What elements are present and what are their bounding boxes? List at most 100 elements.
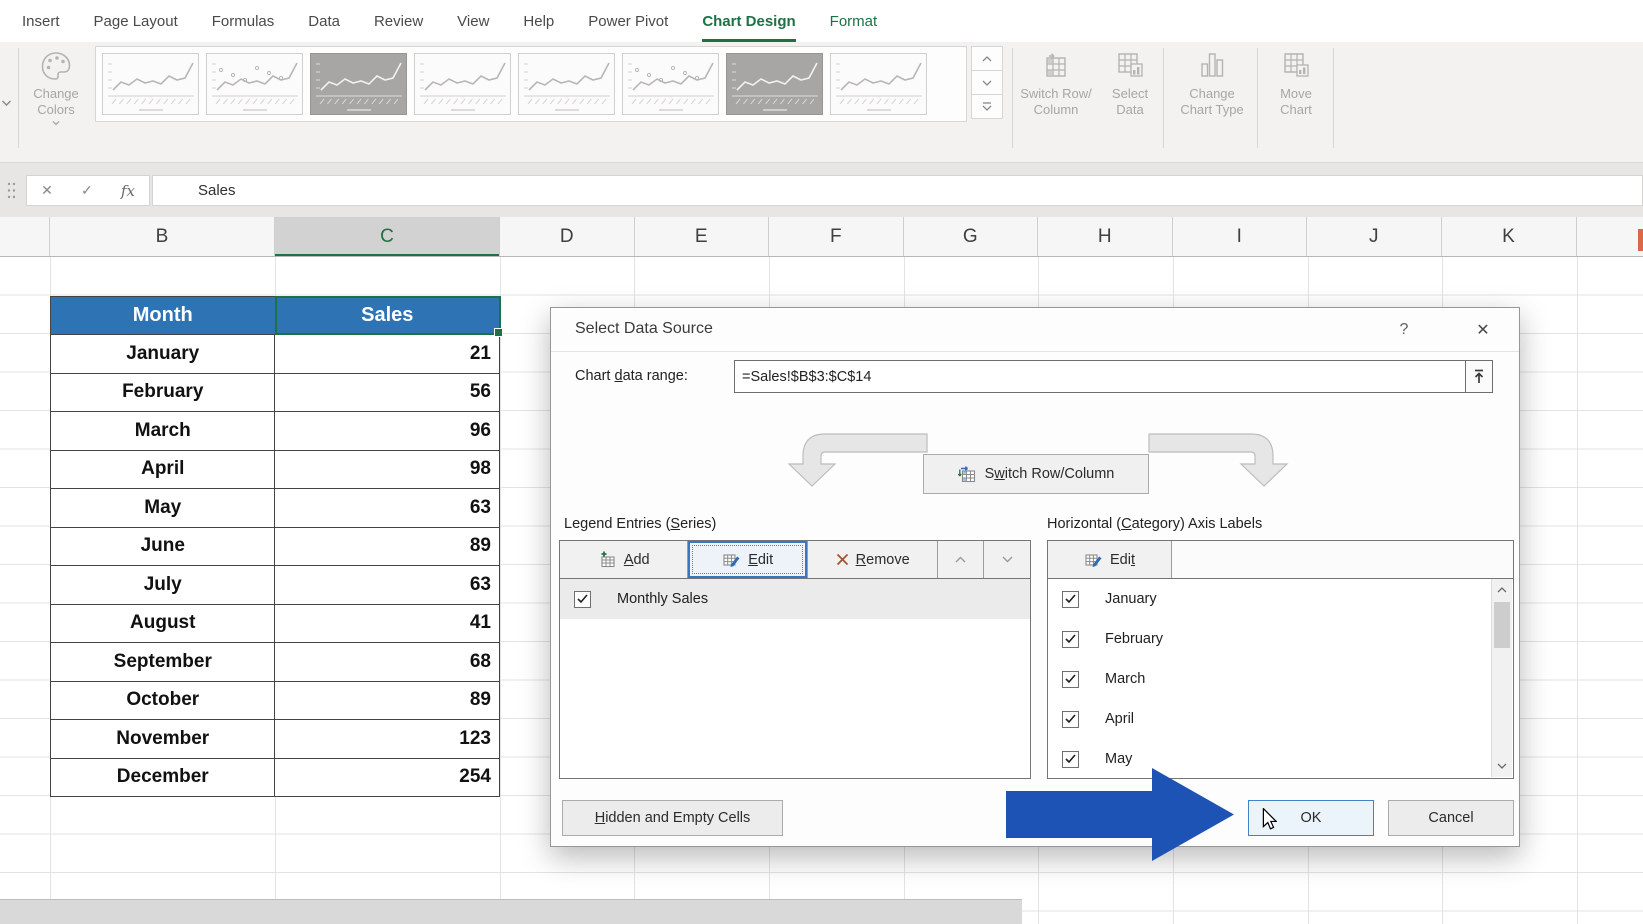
cell-month[interactable]: March	[51, 412, 275, 451]
table-header-month[interactable]: Month	[51, 297, 276, 336]
gallery-scroll-up-button[interactable]	[971, 46, 1003, 71]
table-header-sales[interactable]: Sales	[276, 297, 501, 336]
checkbox-checked[interactable]	[1062, 711, 1079, 728]
column-header-B[interactable]: B	[50, 217, 275, 256]
column-header-F[interactable]: F	[769, 217, 904, 256]
cell-sales[interactable]: 68	[275, 643, 500, 682]
checkbox-checked[interactable]	[1062, 751, 1079, 768]
axis-list-scrollbar[interactable]	[1491, 579, 1512, 777]
cell-sales[interactable]: 89	[275, 528, 500, 567]
cell-sales[interactable]: 96	[275, 412, 500, 451]
dialog-titlebar[interactable]: Select Data Source ? ✕	[551, 308, 1519, 352]
cell-month[interactable]: August	[51, 605, 275, 644]
chart-style-thumbnail-style-1[interactable]	[102, 53, 199, 115]
select-data-ribbon-button[interactable]: Select Data	[1100, 50, 1160, 118]
cell-month[interactable]: June	[51, 528, 275, 567]
cell-sales[interactable]: 254	[275, 759, 500, 798]
cell-month[interactable]: November	[51, 720, 275, 759]
chart-style-thumbnail-style-6[interactable]	[622, 53, 719, 115]
column-header-C[interactable]: C	[275, 217, 500, 256]
legend-series-row[interactable]: Monthly Sales	[560, 579, 1030, 619]
swap-arrow-left-icon	[779, 428, 929, 492]
checkbox-checked[interactable]	[1062, 591, 1079, 608]
move-series-up-button[interactable]	[938, 541, 984, 578]
edit-series-button[interactable]: Edit	[688, 541, 807, 578]
scroll-down-icon[interactable]	[1492, 756, 1512, 776]
collapse-dialog-button[interactable]	[1465, 360, 1493, 393]
switch-row-column-ribbon-button[interactable]: Switch Row/ Column	[1014, 50, 1098, 118]
change-colors-button[interactable]: Change Colors	[24, 48, 88, 152]
cell-sales[interactable]: 123	[275, 720, 500, 759]
add-series-button[interactable]: Add	[560, 541, 688, 578]
edit-axis-labels-button[interactable]: Edit	[1048, 541, 1172, 578]
table-row: April98	[51, 451, 500, 490]
move-series-down-button[interactable]	[984, 541, 1030, 578]
gallery-more-button[interactable]	[971, 94, 1003, 119]
column-header-D[interactable]: D	[500, 217, 635, 256]
axis-label-row[interactable]: February	[1048, 619, 1513, 659]
cell-month[interactable]: December	[51, 759, 275, 798]
column-header-A-partial[interactable]	[0, 217, 50, 256]
hidden-and-empty-cells-button[interactable]: Hidden and Empty Cells	[562, 800, 783, 836]
cell-sales[interactable]: 21	[275, 335, 500, 374]
column-header-I[interactable]: I	[1173, 217, 1308, 256]
menu-tab-view[interactable]: View	[457, 0, 489, 42]
cell-month[interactable]: September	[51, 643, 275, 682]
cell-sales[interactable]: 63	[275, 489, 500, 528]
cell-sales[interactable]: 98	[275, 451, 500, 490]
chart-style-thumbnail-style-5[interactable]	[518, 53, 615, 115]
change-chart-type-ribbon-button[interactable]: Change Chart Type	[1168, 50, 1256, 118]
cell-month[interactable]: February	[51, 374, 275, 413]
column-header-E[interactable]: E	[635, 217, 770, 256]
move-chart-ribbon-button[interactable]: Move Chart	[1260, 50, 1332, 118]
chart-style-thumbnail-style-3[interactable]	[310, 53, 407, 115]
chart-style-thumbnail-style-2[interactable]	[206, 53, 303, 115]
enter-icon[interactable]: ✓	[81, 182, 93, 199]
menu-tab-chart-design[interactable]: Chart Design	[702, 0, 795, 42]
chart-style-thumbnail-style-7[interactable]	[726, 53, 823, 115]
checkbox-checked[interactable]	[574, 591, 591, 608]
scroll-up-icon[interactable]	[1492, 580, 1512, 600]
column-header-J[interactable]: J	[1307, 217, 1442, 256]
menu-tab-review[interactable]: Review	[374, 0, 423, 42]
menu-tab-formulas[interactable]: Formulas	[212, 0, 275, 42]
gallery-scroll-down-button[interactable]	[971, 70, 1003, 95]
column-header-H[interactable]: H	[1038, 217, 1173, 256]
axis-label-row[interactable]: January	[1048, 579, 1513, 619]
column-header-K[interactable]: K	[1442, 217, 1577, 256]
cell-month[interactable]: January	[51, 335, 275, 374]
collapsed-ribbon-chevron-icon[interactable]	[1, 94, 12, 112]
chart-data-range-input[interactable]: =Sales!$B$3:$C$14	[734, 360, 1466, 393]
checkbox-checked[interactable]	[1062, 631, 1079, 648]
column-headers: BCDEFGHIJK	[50, 217, 1577, 256]
cell-sales[interactable]: 63	[275, 566, 500, 605]
axis-label-row[interactable]: March	[1048, 659, 1513, 699]
menu-tab-page-layout[interactable]: Page Layout	[94, 0, 178, 42]
insert-function-icon[interactable]: fx	[121, 182, 135, 200]
menu-tab-format[interactable]: Format	[830, 0, 878, 42]
cell-sales[interactable]: 56	[275, 374, 500, 413]
menu-tab-help[interactable]: Help	[523, 0, 554, 42]
remove-series-button[interactable]: Remove	[808, 541, 938, 578]
formula-input[interactable]: Sales	[152, 175, 1643, 206]
menu-tab-power-pivot[interactable]: Power Pivot	[588, 0, 668, 42]
menu-tab-data[interactable]: Data	[308, 0, 340, 42]
cell-sales[interactable]: 41	[275, 605, 500, 644]
axis-label-row[interactable]: April	[1048, 699, 1513, 739]
cancel-button[interactable]: Cancel	[1388, 800, 1514, 836]
help-icon[interactable]: ?	[1387, 316, 1421, 344]
cancel-icon[interactable]: ✕	[41, 182, 53, 199]
checkbox-checked[interactable]	[1062, 671, 1079, 688]
cell-month[interactable]: May	[51, 489, 275, 528]
cell-sales[interactable]: 89	[275, 682, 500, 721]
switch-row-column-button[interactable]: Switch Row/Column	[923, 454, 1149, 494]
chart-style-thumbnail-style-8[interactable]	[830, 53, 927, 115]
cell-month[interactable]: July	[51, 566, 275, 605]
cell-month[interactable]: April	[51, 451, 275, 490]
cell-month[interactable]: October	[51, 682, 275, 721]
chart-style-thumbnail-style-4[interactable]	[414, 53, 511, 115]
scrollbar-thumb[interactable]	[1494, 602, 1510, 648]
menu-tab-insert[interactable]: Insert	[22, 0, 60, 42]
close-icon[interactable]: ✕	[1459, 313, 1507, 347]
column-header-G[interactable]: G	[904, 217, 1039, 256]
